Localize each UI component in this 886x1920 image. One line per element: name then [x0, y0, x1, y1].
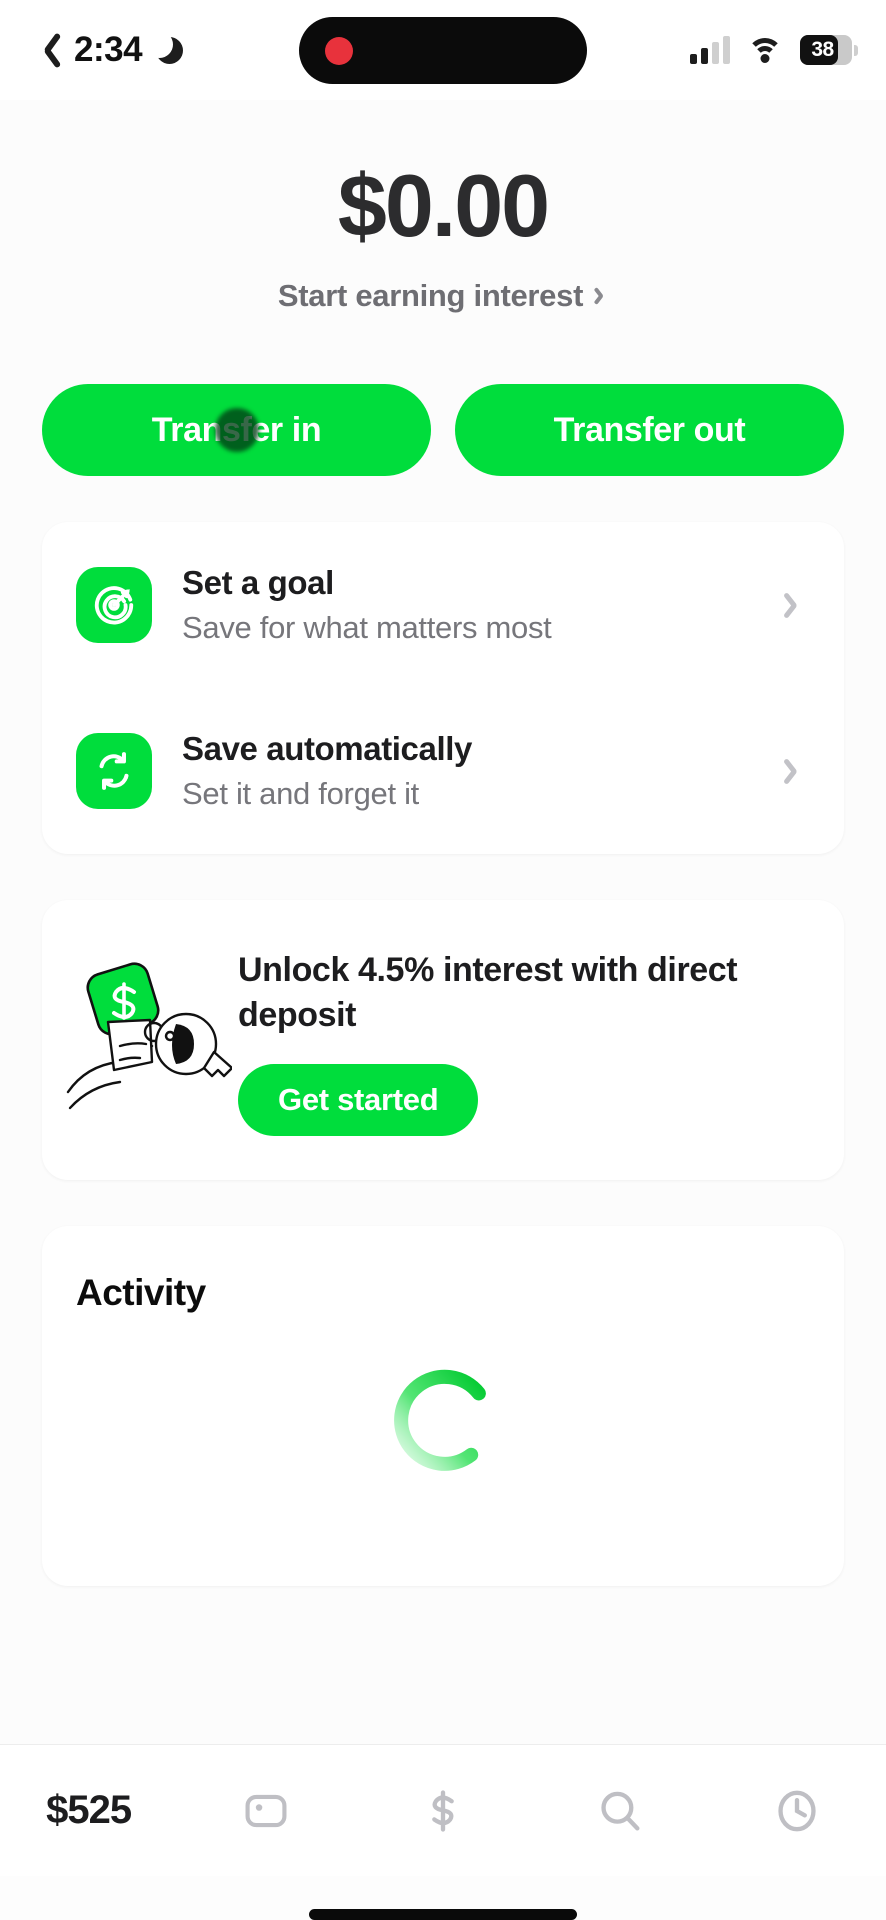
chevron-right-icon — [787, 590, 804, 620]
tab-card[interactable] — [177, 1745, 354, 1876]
search-icon — [601, 1791, 640, 1830]
transfer-in-label: Transfer in — [151, 410, 322, 449]
set-a-goal-title: Set a goal — [182, 564, 334, 601]
dynamic-island[interactable] — [299, 17, 587, 84]
direct-deposit-promo-card: Unlock 4.5% interest with direct deposit… — [42, 900, 844, 1180]
set-a-goal-subtitle: Save for what matters most — [182, 610, 552, 645]
tab-bar: $525 — [0, 1744, 886, 1920]
auto-repeat-icon — [76, 733, 152, 809]
save-automatically-title: Save automatically — [182, 730, 472, 767]
save-automatically-text: Save automatically Set it and forget it — [182, 730, 757, 812]
transfer-out-button[interactable]: Transfer out — [455, 384, 844, 476]
battery-icon: 38 — [800, 35, 858, 65]
wifi-icon — [747, 36, 783, 64]
transfer-out-label: Transfer out — [553, 410, 746, 449]
tab-activity[interactable] — [709, 1745, 886, 1876]
promo-title: Unlock 4.5% interest with direct deposit — [238, 951, 738, 1034]
tab-payments[interactable] — [354, 1745, 531, 1876]
status-bar-right: 38 — [690, 35, 858, 65]
savings-options-card: Set a goal Save for what matters most Sa… — [42, 522, 844, 854]
activity-title: Activity — [76, 1271, 206, 1313]
status-bar: 2:34 38 — [0, 0, 886, 100]
card-icon — [245, 1794, 287, 1827]
tab-search[interactable] — [532, 1745, 709, 1876]
save-automatically-row[interactable]: Save automatically Set it and forget it — [76, 688, 810, 854]
tab-balance-label: $525 — [46, 1788, 132, 1832]
status-bar-time: 2:34 — [74, 30, 143, 69]
set-a-goal-row[interactable]: Set a goal Save for what matters most — [76, 522, 810, 688]
promo-content: Unlock 4.5% interest with direct deposit… — [238, 944, 814, 1136]
loading-spinner-icon — [394, 1369, 486, 1471]
target-goal-icon — [76, 567, 152, 643]
home-indicator — [309, 1909, 577, 1920]
savings-screen: 2:34 38 $0.00 Start earning interest Tra… — [0, 0, 886, 1920]
savings-balance: $0.00 — [337, 156, 550, 255]
start-earning-interest-link[interactable]: Start earning interest — [42, 278, 844, 314]
clock-history-icon — [778, 1790, 817, 1831]
get-started-button[interactable]: Get started — [238, 1063, 479, 1136]
transfer-actions: Transfer in Transfer out — [42, 384, 844, 476]
chevron-right-icon — [787, 756, 804, 786]
crescent-moon-icon — [156, 36, 184, 64]
tab-balance[interactable]: $525 — [0, 1745, 177, 1876]
transfer-in-button[interactable]: Transfer in — [42, 384, 431, 476]
start-earning-interest-label: Start earning interest — [277, 278, 584, 313]
back-chevron-icon[interactable] — [34, 30, 60, 70]
dollar-icon — [432, 1789, 454, 1832]
tab-bar-region: $525 — [0, 1744, 886, 1920]
scroll-content: $0.00 Start earning interest Transfer in… — [0, 100, 886, 1744]
save-automatically-subtitle: Set it and forget it — [182, 776, 419, 811]
cellular-signal-icon — [690, 36, 730, 64]
hand-holding-cash-tag-and-key-illustration — [64, 962, 234, 1112]
activity-loading-area — [76, 1314, 810, 1524]
chevron-right-icon — [596, 286, 608, 306]
set-a-goal-text: Set a goal Save for what matters most — [182, 564, 757, 646]
activity-card: Activity — [42, 1225, 844, 1586]
battery-percent: 38 — [811, 38, 834, 61]
record-dot-icon — [325, 36, 353, 65]
status-bar-left: 2:34 — [34, 30, 184, 70]
